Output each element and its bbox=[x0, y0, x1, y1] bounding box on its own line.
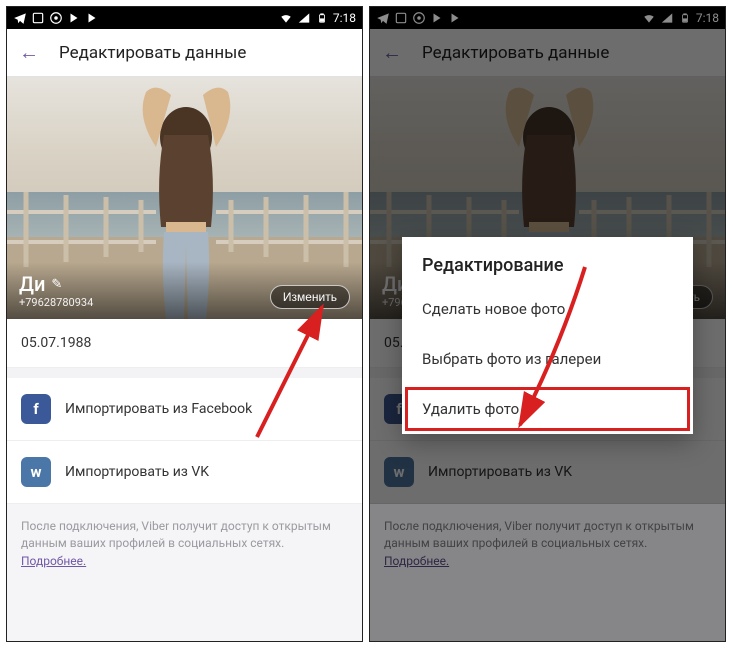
footer-more-link[interactable]: Подробнее. bbox=[21, 554, 86, 568]
wifi-icon bbox=[279, 11, 293, 25]
status-time: 7:18 bbox=[333, 11, 356, 25]
dialog-opt-new-photo[interactable]: Сделать новое фото bbox=[402, 284, 693, 334]
edit-photo-dialog: Редактирование Сделать новое фото Выбрат… bbox=[402, 237, 693, 434]
import-vk-label: Импортировать из VK bbox=[65, 464, 209, 480]
header-title: Редактировать данные bbox=[59, 43, 246, 63]
import-facebook-row[interactable]: f Импортировать из Facebook bbox=[7, 378, 362, 441]
birthday-row[interactable]: 05.07.1988 bbox=[7, 319, 362, 368]
change-photo-button[interactable]: Изменить bbox=[270, 285, 350, 309]
footer-text: После подключения, Viber получит доступ … bbox=[21, 519, 331, 550]
import-fb-label: Импортировать из Facebook bbox=[65, 401, 252, 417]
divider bbox=[7, 368, 362, 378]
profile-phone: +79628780934 bbox=[19, 296, 93, 309]
pencil-icon[interactable]: ✎ bbox=[51, 277, 62, 292]
screenshot-icon bbox=[31, 11, 45, 25]
birthday-value: 05.07.1988 bbox=[21, 335, 91, 351]
play-icon-2 bbox=[85, 11, 99, 25]
footer-note: После подключения, Viber получит доступ … bbox=[7, 504, 362, 584]
facebook-icon: f bbox=[21, 394, 51, 424]
import-vk-row[interactable]: w Импортировать из VK bbox=[7, 441, 362, 504]
play-icon bbox=[67, 11, 81, 25]
profile-name: Ди bbox=[19, 272, 45, 296]
battery-icon bbox=[315, 11, 329, 25]
vk-icon: w bbox=[21, 457, 51, 487]
profile-hero: Ди ✎ +79628780934 Изменить bbox=[7, 77, 362, 319]
viber-icon bbox=[49, 11, 63, 25]
signal-icon bbox=[297, 11, 311, 25]
telegram-icon bbox=[13, 11, 27, 25]
status-bar: 7:18 bbox=[7, 7, 362, 29]
phone-right: 7:18 ← Редактировать данные bbox=[369, 6, 726, 642]
phone-left: 7:18 ← Редактировать данные bbox=[6, 6, 363, 642]
dialog-title: Редактирование bbox=[402, 237, 693, 284]
back-arrow-icon[interactable]: ← bbox=[19, 40, 39, 65]
app-header: ← Редактировать данные bbox=[7, 29, 362, 77]
dialog-opt-gallery[interactable]: Выбрать фото из галереи bbox=[402, 334, 693, 384]
dialog-opt-delete[interactable]: Удалить фото bbox=[402, 384, 693, 434]
